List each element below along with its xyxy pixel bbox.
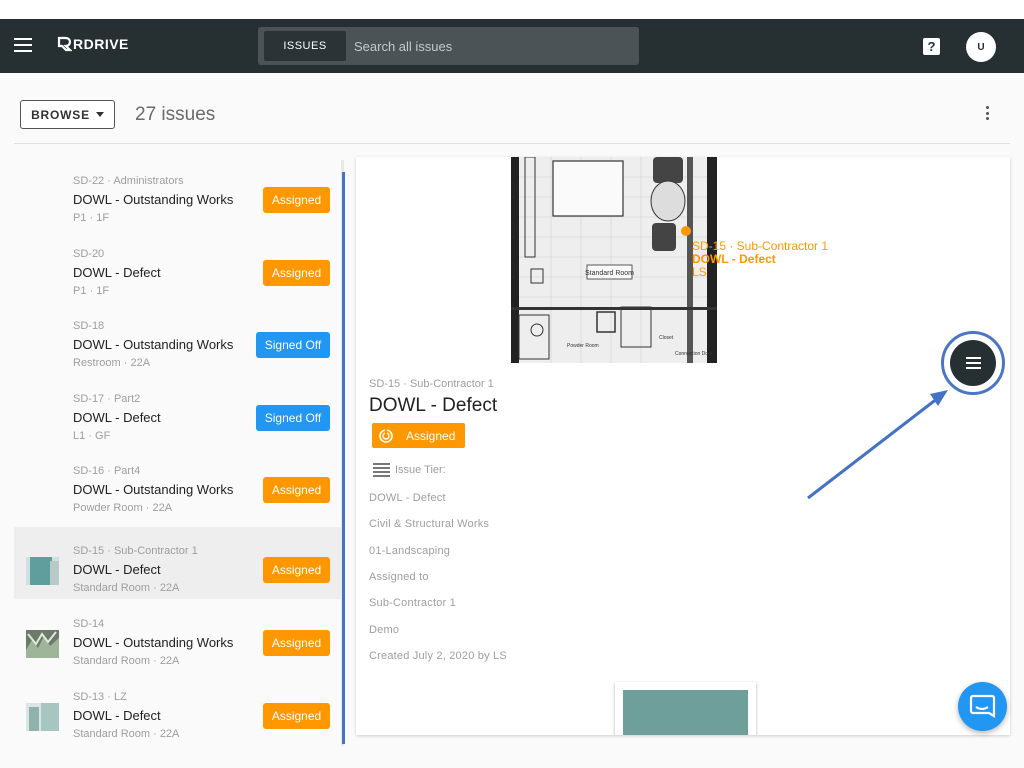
room-label: Powder Room	[567, 343, 599, 349]
issue-meta: SD-17 · Part2	[73, 393, 141, 405]
list-item[interactable]: SD-22 · Administrators DOWL - Outstandin…	[14, 157, 342, 229]
app-bar: RDRIVE ISSUES ? U	[0, 19, 1024, 73]
list-item[interactable]: SD-20 DOWL - Defect P1 · 1F Assigned	[14, 230, 342, 302]
issue-title: DOWL - Outstanding Works	[73, 482, 234, 497]
issue-location: Standard Room · 22A	[73, 582, 180, 594]
issue-location: Standard Room · 22A	[73, 728, 180, 740]
divider	[14, 143, 1010, 144]
issue-location: Standard Room · 22A	[73, 655, 180, 667]
issue-photo[interactable]	[615, 682, 756, 735]
brand-logo[interactable]: RDRIVE	[56, 36, 129, 52]
search-bar[interactable]: ISSUES	[258, 27, 639, 65]
detail-line: 01-Landscaping	[369, 545, 451, 557]
status-badge[interactable]: Assigned	[263, 187, 330, 213]
detail-menu-button[interactable]	[941, 331, 1005, 395]
brand-name: RDRIVE	[73, 36, 129, 52]
issue-title: DOWL - Defect	[73, 708, 161, 723]
issue-meta: SD-13 · LZ	[73, 691, 127, 703]
issue-meta: SD-20	[73, 248, 105, 260]
issue-thumbnail	[26, 630, 59, 658]
issue-title: DOWL - Outstanding Works	[73, 192, 234, 207]
detail-meta: SD-15 · Sub-Contractor 1	[369, 378, 494, 390]
detail-line: DOWL - Defect	[369, 492, 446, 504]
pin-label: SD-15 · Sub-Contractor 1 DOWL - Defect L…	[692, 240, 828, 279]
issue-tier-row: Issue Tier:	[373, 463, 446, 477]
list-item[interactable]: SD-16 · Part4 DOWL - Outstanding Works P…	[14, 447, 342, 519]
detail-line: Civil & Structural Works	[369, 518, 490, 530]
issue-title: DOWL - Defect	[73, 410, 161, 425]
help-icon[interactable]: ?	[923, 38, 940, 55]
browse-button[interactable]: BROWSE	[20, 100, 115, 129]
status-badge[interactable]: Signed Off	[256, 332, 330, 358]
list-item[interactable]: SD-14 DOWL - Outstanding Works Standard …	[14, 600, 342, 672]
issue-count: 27 issues	[135, 104, 216, 125]
room-label: Connection Door	[675, 351, 713, 357]
issue-location: P1 · 1F	[73, 285, 110, 297]
issue-list: SD-22 · Administrators DOWL - Outstandin…	[14, 157, 342, 748]
issue-detail-panel: Standard Room Powder Room Closet Connect…	[356, 157, 1010, 735]
toolbar: BROWSE 27 issues	[0, 73, 1024, 143]
status-badge[interactable]: Assigned	[263, 703, 330, 729]
issue-title: DOWL - Defect	[73, 562, 161, 577]
hamburger-menu-icon[interactable]	[14, 38, 32, 54]
issue-location: Restroom · 22A	[73, 357, 151, 369]
pin-title: DOWL - Defect	[692, 252, 776, 266]
issue-location: P1 · 1F	[73, 212, 110, 224]
detail-title: DOWL - Defect	[369, 395, 498, 416]
issue-thumbnail	[26, 703, 59, 731]
assigned-status-icon	[379, 427, 393, 443]
search-input[interactable]	[354, 38, 624, 54]
status-badge[interactable]: Assigned	[263, 557, 330, 583]
caret-down-icon	[95, 112, 104, 117]
pin-user: LS	[692, 265, 707, 279]
issue-title: DOWL - Defect	[73, 265, 161, 280]
detail-line: Assigned to	[369, 571, 429, 583]
detail-status-badge[interactable]: Assigned	[372, 423, 465, 448]
issue-title: DOWL - Outstanding Works	[73, 337, 234, 352]
floor-plan[interactable]: Standard Room Powder Room Closet Connect…	[511, 157, 717, 363]
list-item-selected[interactable]: SD-15 · Sub-Contractor 1 DOWL - Defect S…	[14, 527, 342, 599]
detail-line: Demo	[369, 624, 400, 636]
scrollbar-thumb[interactable]	[342, 172, 345, 744]
issue-thumbnail	[26, 557, 59, 585]
list-item[interactable]: SD-17 · Part2 DOWL - Defect L1 · GF Sign…	[14, 375, 342, 447]
issue-location: L1 · GF	[73, 430, 111, 442]
status-badge[interactable]: Signed Off	[256, 405, 330, 431]
issue-meta: SD-15 · Sub-Contractor 1	[73, 545, 198, 557]
browse-button-label: BROWSE	[31, 107, 90, 122]
issue-meta: SD-16 · Part4	[73, 465, 141, 477]
room-label: Closet	[659, 335, 674, 341]
status-badge[interactable]: Assigned	[263, 260, 330, 286]
list-item[interactable]: SD-13 · LZ DOWL - Defect Standard Room ·…	[14, 673, 342, 745]
status-badge[interactable]: Assigned	[263, 630, 330, 656]
chat-icon	[969, 694, 996, 718]
issue-location: Powder Room · 22A	[73, 502, 173, 514]
detail-line: Created July 2, 2020 by LS	[369, 650, 507, 662]
issue-meta: SD-14	[73, 618, 105, 630]
list-item[interactable]: SD-18 DOWL - Outstanding Works Restroom …	[14, 302, 342, 374]
list-icon	[373, 463, 390, 477]
menu-icon	[950, 340, 996, 386]
search-scope-tab[interactable]: ISSUES	[264, 31, 346, 61]
detail-line: Sub-Contractor 1	[369, 597, 456, 609]
more-vert-icon[interactable]	[986, 106, 992, 122]
rdrive-logo-icon	[57, 36, 72, 52]
issue-pin-icon[interactable]	[681, 226, 691, 236]
detail-status-label: Assigned	[406, 428, 456, 443]
room-label: Standard Room	[585, 270, 634, 277]
status-badge[interactable]: Assigned	[263, 477, 330, 503]
user-avatar[interactable]: U	[966, 32, 996, 62]
issue-tier-label: Issue Tier:	[395, 464, 446, 476]
issue-meta: SD-22 · Administrators	[73, 175, 184, 187]
issue-title: DOWL - Outstanding Works	[73, 635, 234, 650]
issue-meta: SD-18	[73, 320, 105, 332]
chat-button[interactable]	[958, 682, 1007, 731]
